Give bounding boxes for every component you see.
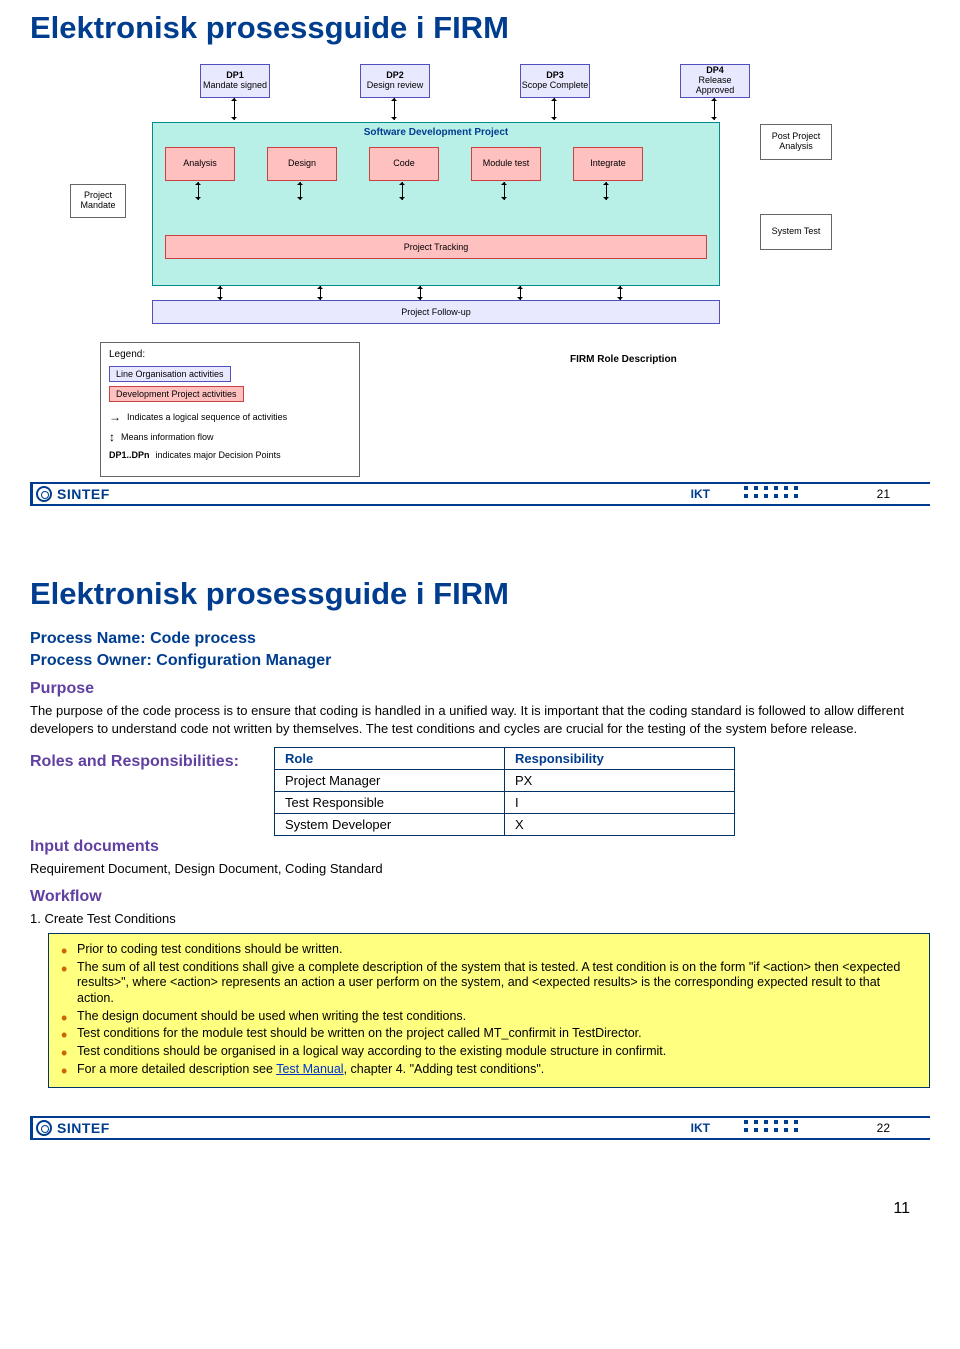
arrow-icon [402,182,403,200]
process-diagram: DP1Mandate signed DP2Design review DP3Sc… [70,64,880,454]
slide-title: Elektronisk prosessguide i FIRM [30,10,930,46]
sintef-ring-icon [36,486,52,502]
input-docs-body: Requirement Document, Design Document, C… [30,860,930,878]
test-manual-link[interactable]: Test Manual [276,1062,343,1076]
slide-21: Elektronisk prosessguide i FIRM DP1Manda… [30,0,930,506]
arrow-icon [554,98,555,120]
pdf-page-number: 11 [0,1200,910,1218]
sintef-logo: SINTEF [36,1120,110,1136]
slide-22: Elektronisk prosessguide i FIRM Process … [30,566,930,1140]
sintef-logo: SINTEF [36,486,110,502]
test-conditions-box: Prior to coding test conditions should b… [48,933,930,1088]
arrow-icon [606,182,607,200]
slide-title: Elektronisk prosessguide i FIRM [30,576,930,612]
phase-code: Code [369,147,439,181]
purpose-heading: Purpose [30,680,930,698]
legend-dp: DP1..DPn indicates major Decision Points [109,450,351,460]
project-followup: Project Follow-up [152,300,720,324]
roles-col-role: Role [275,748,505,770]
arrow-updown-icon: ↕ [109,430,115,444]
dp4: DP4Release Approved [680,64,750,98]
phase-design: Design [267,147,337,181]
dp1: DP1Mandate signed [200,64,270,98]
arrow-icon [620,286,621,300]
list-item: The design document should be used when … [59,1009,919,1025]
post-project-analysis: Post Project Analysis [760,124,832,160]
slide-footer: SINTEF IKT 21 [30,482,930,506]
arrow-icon [220,286,221,300]
legend-seq: → Indicates a logical sequence of activi… [109,410,351,424]
firm-role-description: FIRM Role Description [570,354,677,365]
phase-analysis: Analysis [165,147,235,181]
slide-footer: SINTEF IKT 22 [30,1116,930,1140]
slide-number: 21 [877,487,890,501]
list-item: The sum of all test conditions shall giv… [59,960,919,1007]
arrow-icon [300,182,301,200]
roles-table: Role Responsibility Project Manager PX T… [274,747,735,836]
arrow-icon [504,182,505,200]
arrow-right-icon: → [109,410,121,424]
slide-number: 22 [877,1121,890,1135]
table-row: Project Manager PX [275,770,735,792]
list-item: Prior to coding test conditions should b… [59,942,919,958]
process-name: Process Name: Code process [30,630,930,648]
footer-ikt: IKT [691,487,710,501]
arrow-icon [198,182,199,200]
phase-module-test: Module test [471,147,541,181]
phase-integrate: Integrate [573,147,643,181]
workflow-heading: Workflow [30,888,930,906]
process-owner: Process Owner: Configuration Manager [30,652,930,670]
list-item: Test conditions for the module test shou… [59,1026,919,1042]
dp2: DP2Design review [360,64,430,98]
sintef-ring-icon [36,1120,52,1136]
project-mandate: Project Mandate [70,184,126,218]
arrow-icon [420,286,421,300]
legend-title: Legend: [109,349,351,360]
legend-flow: ↕ Means information flow [109,430,351,444]
dev-project-container: Software Development Project Analysis De… [152,122,720,286]
arrow-icon [520,286,521,300]
purpose-body: The purpose of the code process is to en… [30,702,930,737]
dp3: DP3Scope Complete [520,64,590,98]
legend: Legend: Line Organisation activities Dev… [100,342,360,477]
footer-dots-icon [744,486,800,498]
table-row: System Developer X [275,814,735,836]
footer-ikt: IKT [691,1121,710,1135]
roles-col-resp: Responsibility [505,748,735,770]
arrow-icon [394,98,395,120]
input-docs-heading: Input documents [30,838,930,856]
arrow-icon [714,98,715,120]
arrow-icon [234,98,235,120]
table-row: Test Responsible I [275,792,735,814]
footer-dots-icon [744,1120,800,1132]
list-item: Test conditions should be organised in a… [59,1044,919,1060]
dev-project-title: Software Development Project [153,123,719,138]
arrow-icon [320,286,321,300]
project-tracking: Project Tracking [165,235,707,259]
legend-dev-proj: Development Project activities [109,386,244,402]
workflow-step-1: 1. Create Test Conditions [30,910,930,928]
list-item: For a more detailed description see Test… [59,1062,919,1078]
system-test: System Test [760,214,832,250]
legend-line-org: Line Organisation activities [109,366,231,382]
roles-heading: Roles and Responsibilities: [30,753,260,771]
